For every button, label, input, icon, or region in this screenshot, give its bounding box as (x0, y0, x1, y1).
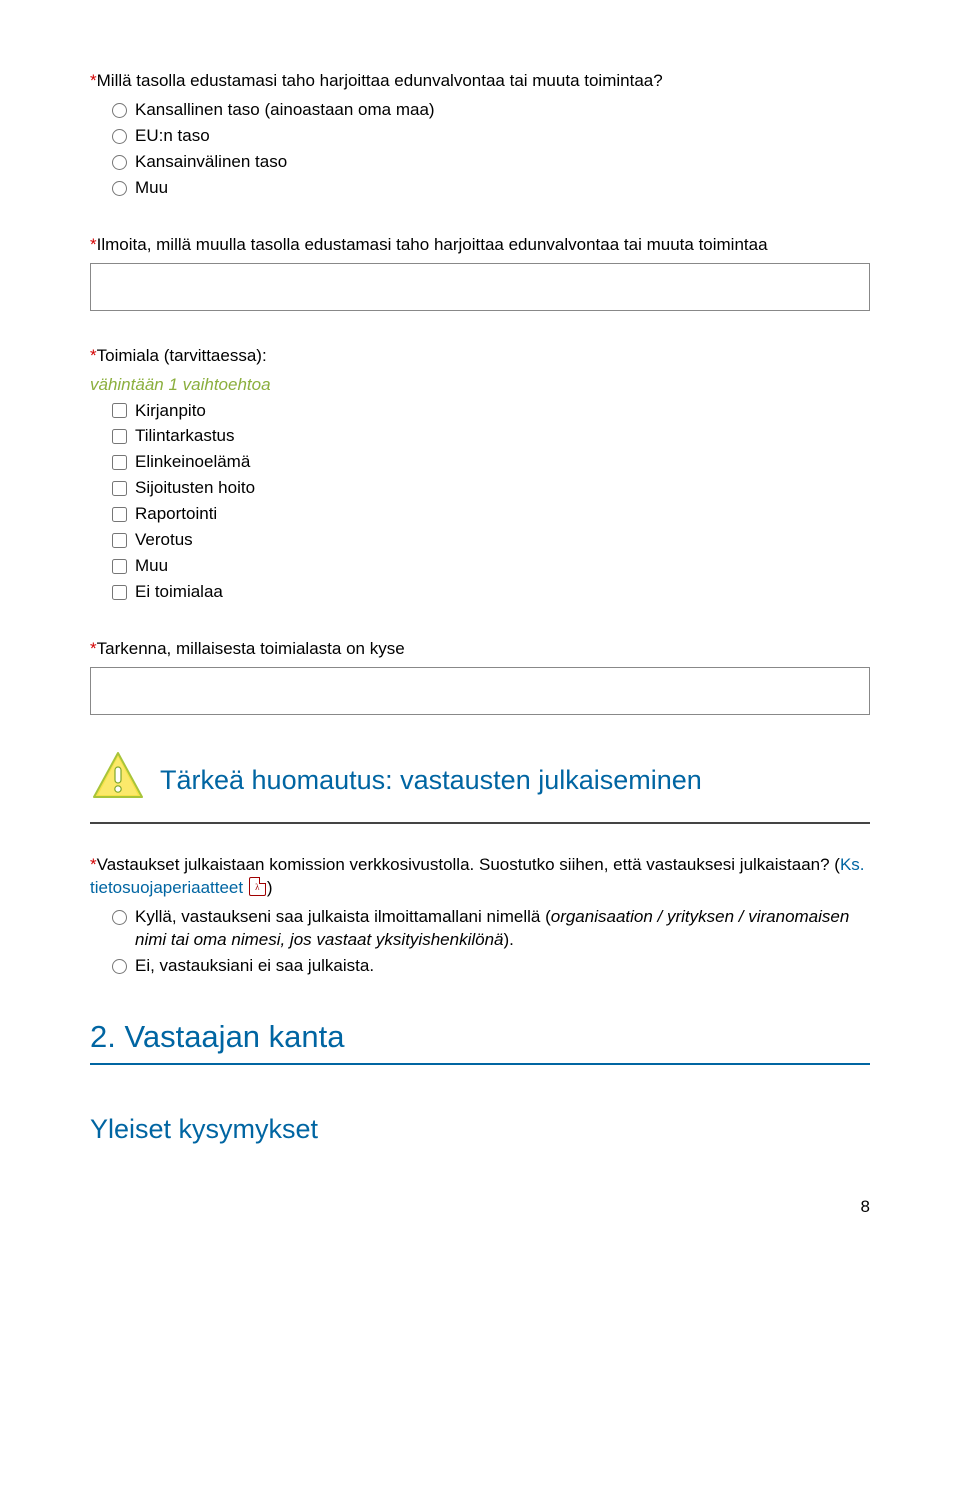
checkbox-option[interactable]: Verotus (112, 529, 870, 552)
important-notice-heading: Tärkeä huomautus: vastausten julkaisemin… (90, 749, 870, 812)
radio-option[interactable]: Kyllä, vastaukseni saa julkaista ilmoitt… (112, 906, 870, 952)
required-marker: * (90, 235, 97, 254)
option-label: Tilintarkastus (135, 425, 870, 448)
radio-input[interactable] (112, 910, 127, 925)
required-marker: * (90, 71, 97, 90)
radio-input[interactable] (112, 155, 127, 170)
checkbox-input[interactable] (112, 507, 127, 522)
checkbox-input[interactable] (112, 481, 127, 496)
checkbox-input[interactable] (112, 455, 127, 470)
required-marker: * (90, 346, 97, 365)
option-label: Ei, vastauksiani ei saa julkaista. (135, 955, 870, 978)
radio-input[interactable] (112, 103, 127, 118)
option-label: Sijoitusten hoito (135, 477, 870, 500)
radio-option[interactable]: Kansainvälinen taso (112, 151, 870, 174)
option-label: Kyllä, vastaukseni saa julkaista ilmoitt… (135, 906, 870, 952)
radio-input[interactable] (112, 129, 127, 144)
radio-option[interactable]: Muu (112, 177, 870, 200)
option-label: Muu (135, 177, 870, 200)
option-label: Raportointi (135, 503, 870, 526)
radio-input[interactable] (112, 959, 127, 974)
text-input-specify-industry[interactable] (90, 667, 870, 715)
question-label: *Tarkenna, millaisesta toimialasta on ky… (90, 638, 870, 661)
checkbox-input[interactable] (112, 585, 127, 600)
option-label: EU:n taso (135, 125, 870, 148)
pdf-icon (249, 877, 266, 896)
checkbox-option[interactable]: Kirjanpito (112, 400, 870, 423)
question-label: *Millä tasolla edustamasi taho harjoitta… (90, 70, 870, 93)
warning-icon (90, 749, 146, 812)
radio-option[interactable]: Kansallinen taso (ainoastaan oma maa) (112, 99, 870, 122)
checkbox-input[interactable] (112, 403, 127, 418)
question-publish-consent: *Vastaukset julkaistaan komission verkko… (90, 854, 870, 978)
divider (90, 1063, 870, 1065)
checkbox-input[interactable] (112, 559, 127, 574)
question-specify-industry: *Tarkenna, millaisesta toimialasta on ky… (90, 638, 870, 715)
section-title: 2. Vastaajan kanta (90, 1016, 870, 1058)
privacy-link-prefix: Ks. (840, 855, 865, 874)
option-label: Elinkeinoelämä (135, 451, 870, 474)
checkbox-input[interactable] (112, 429, 127, 444)
checkbox-input[interactable] (112, 533, 127, 548)
required-marker: * (90, 639, 97, 658)
hint-text: vähintään 1 vaihtoehtoa (90, 374, 870, 397)
question-activity-level: *Millä tasolla edustamasi taho harjoitta… (90, 70, 870, 200)
question-other-level: *Ilmoita, millä muulla tasolla edustamas… (90, 234, 870, 311)
privacy-link[interactable]: tietosuojaperiaatteet (90, 878, 243, 897)
option-label: Muu (135, 555, 870, 578)
checkbox-option[interactable]: Raportointi (112, 503, 870, 526)
question-label: *Ilmoita, millä muulla tasolla edustamas… (90, 234, 870, 257)
question-label: *Toimiala (tarvittaessa): (90, 345, 870, 368)
divider (90, 822, 870, 824)
radio-option[interactable]: Ei, vastauksiani ei saa julkaista. (112, 955, 870, 978)
option-label: Kansainvälinen taso (135, 151, 870, 174)
required-marker: * (90, 855, 97, 874)
checkbox-option[interactable]: Sijoitusten hoito (112, 477, 870, 500)
option-label: Kansallinen taso (ainoastaan oma maa) (135, 99, 870, 122)
notice-title: Tärkeä huomautus: vastausten julkaisemin… (160, 762, 702, 798)
radio-input[interactable] (112, 181, 127, 196)
question-label: *Vastaukset julkaistaan komission verkko… (90, 854, 870, 900)
checkbox-option[interactable]: Tilintarkastus (112, 425, 870, 448)
page-number: 8 (90, 1196, 870, 1219)
option-label: Ei toimialaa (135, 581, 870, 604)
checkbox-option[interactable]: Muu (112, 555, 870, 578)
text-input-other-level[interactable] (90, 263, 870, 311)
option-label: Verotus (135, 529, 870, 552)
checkbox-option[interactable]: Ei toimialaa (112, 581, 870, 604)
option-label: Kirjanpito (135, 400, 870, 423)
question-industry: *Toimiala (tarvittaessa): vähintään 1 va… (90, 345, 870, 604)
subsection-title: Yleiset kysymykset (90, 1111, 870, 1147)
radio-option[interactable]: EU:n taso (112, 125, 870, 148)
checkbox-option[interactable]: Elinkeinoelämä (112, 451, 870, 474)
